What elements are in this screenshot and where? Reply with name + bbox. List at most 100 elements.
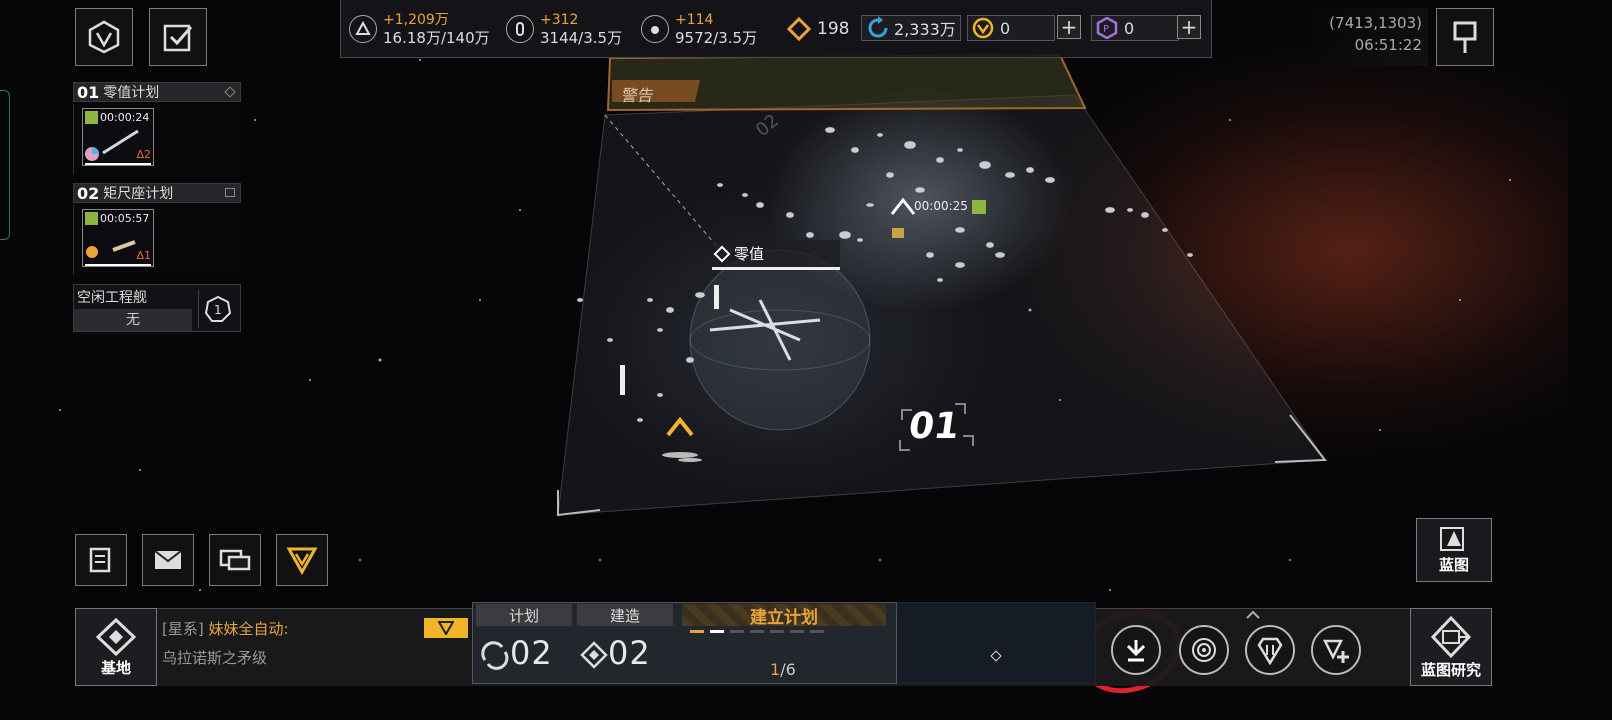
plan-01-header[interactable]: 01 零值计划 xyxy=(73,82,241,102)
station-label[interactable]: 零值 xyxy=(712,240,840,270)
plan-01-level: Δ2 xyxy=(136,148,151,161)
checklist-icon xyxy=(163,24,193,52)
crystal-resource-icon xyxy=(506,15,534,43)
minimap[interactable] xyxy=(896,602,1096,684)
create-progress-text: 1/6 xyxy=(770,660,796,679)
corp-button[interactable] xyxy=(75,8,133,66)
tasks-button[interactable] xyxy=(149,8,207,66)
resource-7[interactable]: P 0 xyxy=(1091,15,1179,41)
resource-6[interactable]: 0 xyxy=(967,15,1055,41)
resource-5-value: 2,333万 xyxy=(894,20,956,39)
engineer-gear-icon: 1 xyxy=(198,290,236,328)
base-icon xyxy=(95,617,137,656)
plan-01-thumbnail[interactable]: 00:00:24 Δ2 xyxy=(82,108,154,166)
gold-triangle-icon xyxy=(286,547,318,575)
diamond-icon xyxy=(224,86,236,98)
idle-value-box: 无 xyxy=(74,309,192,331)
idle-label: 空闲工程舰 xyxy=(77,290,147,306)
map-marker-button[interactable] xyxy=(1436,8,1494,66)
log-button[interactable] xyxy=(75,534,127,586)
idle-value: 无 xyxy=(126,312,140,328)
blueprint-research-label: 蓝图研究 xyxy=(1420,660,1481,679)
warning-label: 警告 xyxy=(620,86,656,105)
plan-01-card[interactable]: 00:00:24 Δ2 xyxy=(73,104,241,174)
plan-01-name: 零值计划 xyxy=(103,85,160,101)
mail-icon xyxy=(154,550,182,569)
plan-02-name: 矩尺座计划 xyxy=(103,186,174,202)
gold-token-icon xyxy=(972,17,994,39)
diamond-icon xyxy=(713,245,731,262)
blueprint-icon xyxy=(1440,526,1464,551)
collapse-button[interactable] xyxy=(1111,625,1161,675)
minimap-marker xyxy=(990,650,1002,662)
scene-timer: 00:00:25 xyxy=(914,199,968,213)
blueprint-label: 蓝图 xyxy=(1438,555,1469,574)
coordinates: (7413,1303) xyxy=(1329,14,1422,32)
tab-build[interactable]: 建造 xyxy=(577,604,673,626)
idle-engineering-ship[interactable]: 空闲工程舰 无 1 xyxy=(73,284,241,332)
chat-button[interactable] xyxy=(209,534,261,586)
resource-4-value: 198 xyxy=(817,19,850,39)
svg-text:1: 1 xyxy=(214,303,222,317)
resource-3-current: 9572/3.5万 xyxy=(675,29,758,47)
add-blueprint-icon xyxy=(1322,639,1349,663)
base-button[interactable]: 基地 xyxy=(75,608,157,686)
scan-button[interactable] xyxy=(1179,625,1229,675)
resource-3[interactable]: +114 9572/3.5万 xyxy=(641,6,757,52)
build-diamond-icon xyxy=(580,641,608,669)
station-label-text: 零值 xyxy=(734,245,765,263)
triangle-resource-icon xyxy=(349,15,377,43)
resource-1-gain: +1,209万 xyxy=(383,12,449,28)
add-resource-6-button[interactable]: + xyxy=(1057,15,1081,39)
resource-2-gain: +312 xyxy=(540,12,579,28)
blueprint-button[interactable]: 蓝图 xyxy=(1416,518,1492,582)
chat-alliance-badge xyxy=(424,618,468,638)
mail-button[interactable] xyxy=(142,534,194,586)
plan-count: 02 xyxy=(510,634,553,672)
chat-message: 乌拉诺斯之矛级 xyxy=(162,649,268,667)
chat-preview[interactable]: [星系] 妹妹全自动: 乌拉诺斯之矛级 xyxy=(162,618,468,680)
add-resource-7-button[interactable]: + xyxy=(1177,15,1201,39)
resource-5[interactable]: 2,333万 xyxy=(861,15,961,41)
plan-cycle-icon xyxy=(481,641,509,670)
production-button[interactable] xyxy=(1311,625,1361,675)
chat-channel: [星系] xyxy=(162,620,204,638)
clock: 06:51:22 xyxy=(1354,36,1422,54)
resource-2[interactable]: +312 3144/3.5万 xyxy=(506,6,622,52)
blueprint-research-button[interactable]: 蓝图研究 xyxy=(1410,608,1492,686)
document-icon xyxy=(89,547,111,573)
tab-plan[interactable]: 计划 xyxy=(476,604,572,626)
blueprint-research-icon xyxy=(1430,615,1472,658)
plan-02-thumbnail[interactable]: 00:05:57 Δ1 xyxy=(82,209,154,267)
svg-text:P: P xyxy=(1103,24,1109,35)
hexagon-logo-icon xyxy=(88,20,120,54)
alliance-button[interactable] xyxy=(276,534,328,586)
plan-02-number: 02 xyxy=(77,183,100,203)
progress-current: 1 xyxy=(770,660,781,679)
build-count: 02 xyxy=(608,634,651,672)
plan-02-card[interactable]: 00:05:57 Δ1 xyxy=(73,205,241,275)
resource-bar: +1,209万 16.18万/140万 +312 3144/3.5万 +114 957… xyxy=(340,0,1212,58)
resource-1-current: 16.18万/140万 xyxy=(383,29,490,47)
plan-01-number: 01 xyxy=(77,82,100,102)
fleet-button[interactable] xyxy=(1245,625,1295,675)
resource-4[interactable]: 198 xyxy=(787,6,849,52)
resource-6-value: 0 xyxy=(1000,18,1011,38)
create-progress-dots xyxy=(690,630,824,633)
progress-total: /6 xyxy=(780,660,796,679)
base-label: 基地 xyxy=(100,658,131,677)
chat-windows-icon xyxy=(219,549,251,571)
resource-7-value: 0 xyxy=(1124,18,1135,38)
left-edge-handle[interactable] xyxy=(0,90,10,240)
resource-1[interactable]: +1,209万 16.18万/140万 xyxy=(349,6,490,52)
signpost-icon xyxy=(1453,21,1477,53)
plan-02-header[interactable]: 02 矩尺座计划 xyxy=(73,183,241,203)
copy-icon xyxy=(225,188,235,197)
gas-resource-icon xyxy=(641,15,669,43)
expand-up-icon[interactable] xyxy=(1246,604,1260,619)
plan-02-level: Δ1 xyxy=(136,249,151,262)
chat-sender: 妹妹全自动: xyxy=(208,620,289,638)
fleet-icon xyxy=(1257,637,1283,665)
purple-token-icon: P xyxy=(1096,17,1118,39)
tab-create-plan[interactable]: 建立计划 xyxy=(682,604,886,628)
